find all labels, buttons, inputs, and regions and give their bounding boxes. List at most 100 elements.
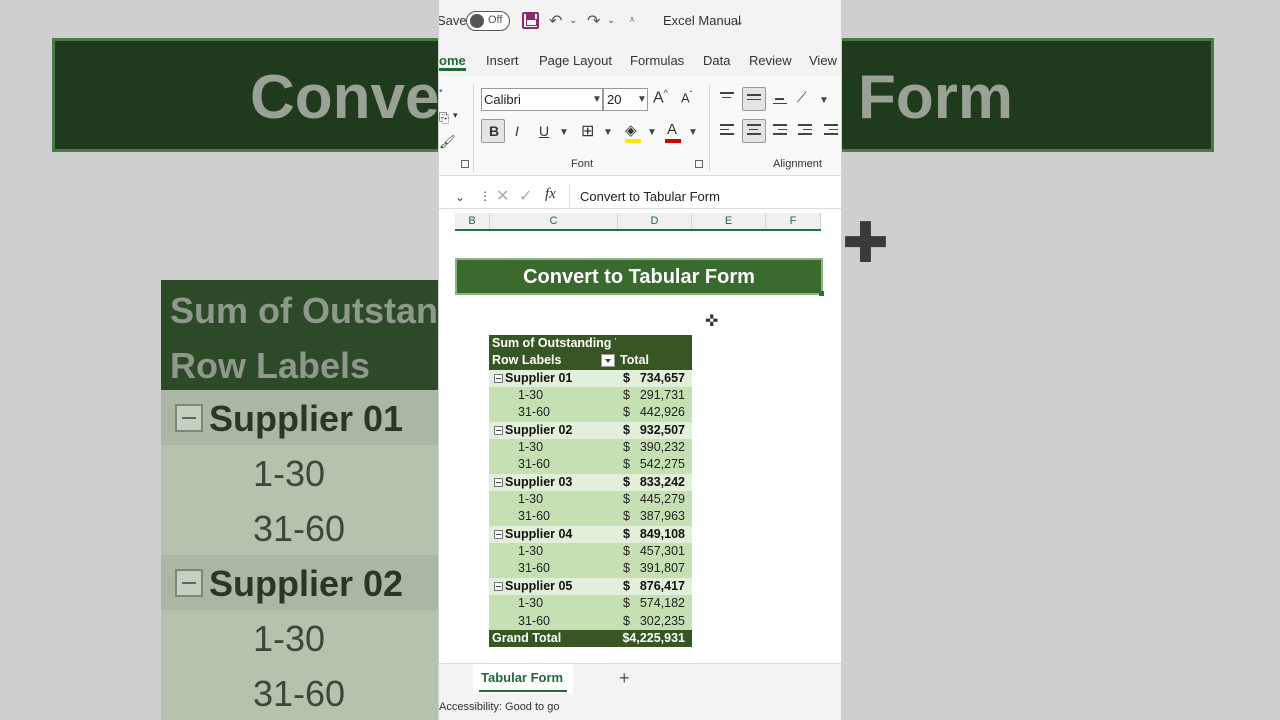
undo-icon[interactable]: ↶ [549,11,562,31]
add-sheet-icon[interactable]: + [619,668,630,689]
pivot-detail-row[interactable]: 31-60 $391,807 [489,560,692,578]
font-size-dropdown-icon[interactable]: ▼ [637,94,647,105]
collapse-minus-icon[interactable] [494,581,503,591]
sheet-tab-bar: Tabular Form + [439,663,841,695]
bg-row-label: 1-30 [253,618,326,659]
copy-dropdown-icon[interactable]: ▾ [453,110,458,121]
underline-button[interactable]: U [539,123,549,139]
pivot-row-labels-row[interactable]: Row Labels Total [489,352,692,370]
pivot-detail-row[interactable]: 1-30 $457,301 [489,543,692,561]
bg-title-right: Form [858,63,1013,132]
save-icon[interactable] [522,12,539,29]
font-color-dropdown-icon[interactable]: ▼ [688,127,698,138]
pivot-detail-row[interactable]: 31-60 $302,235 [489,612,692,630]
borders-dropdown-icon[interactable]: ▼ [603,127,613,138]
align-right-icon[interactable] [773,124,787,138]
bg-header-line2: Row Labels [170,345,371,386]
tab-page-layout[interactable]: Page Layout [539,53,612,68]
column-header-e[interactable]: E [692,213,766,229]
font-color-swatch [665,139,681,143]
cancel-icon[interactable]: ✕ [496,186,509,206]
quick-access-toolbar: Save Off ↶ ⌄ ↷ ⌄ ⩡ Excel Manual ⌄ [439,0,841,42]
paste-icon[interactable]: • [439,86,443,97]
formula-bar-more-icon[interactable]: ⋮ [479,189,491,203]
ribbon-tabs: ome Insert Page Layout Formulas Data Rev… [439,42,841,76]
formula-input[interactable]: Convert to Tabular Form [569,184,841,208]
italic-button[interactable]: I [515,123,519,139]
accessibility-status[interactable]: Accessibility: Good to go [439,701,559,713]
tab-view[interactable]: View [809,53,837,68]
pivot-header-row[interactable]: Sum of Outstanding Va [489,335,692,353]
bg-row: 1-30 [161,445,461,500]
pivot-value-field-label: Sum of Outstanding Va [492,336,616,350]
currency-symbol: $ [623,561,630,576]
increase-indent-icon[interactable] [824,124,838,138]
clipboard-launcher-icon[interactable] [461,160,469,168]
pivot-detail-row[interactable]: 1-30 $291,731 [489,387,692,405]
pivot-supplier-row[interactable]: Supplier 05 $876,417 [489,577,692,596]
column-header-b[interactable]: B [455,213,490,229]
orientation-dropdown-icon[interactable]: ▼ [819,95,829,106]
pivot-supplier-row[interactable]: Supplier 04 $849,108 [489,525,692,544]
pivot-detail-row[interactable]: 31-60 $542,275 [489,456,692,474]
pivot-row-label: 31-60 [518,613,550,628]
font-name-dropdown-icon[interactable]: ▼ [592,94,602,105]
collapse-minus-icon[interactable] [494,425,503,435]
top-align-icon[interactable] [720,92,734,101]
redo-dropdown-icon[interactable]: ⌄ [607,15,615,26]
worksheet-grid[interactable]: Convert to Tabular Form ✜ Sum of Outstan… [439,231,841,663]
insert-function-icon[interactable]: fx [545,186,556,203]
bg-row: 31-60 [161,665,461,720]
fill-color-icon[interactable]: ◈ [625,121,637,139]
pivot-supplier-row[interactable]: Supplier 02 $932,507 [489,421,692,440]
name-box-dropdown-icon[interactable]: ⌄ [455,190,465,204]
customize-qat-icon[interactable]: ⩡ [629,14,635,27]
autosave-toggle[interactable]: Off [466,11,510,31]
redo-icon[interactable]: ↷ [587,11,600,31]
pivot-detail-row[interactable]: 1-30 $574,182 [489,595,692,613]
format-painter-icon[interactable]: 🖌 [439,134,456,150]
row-labels-filter-icon[interactable] [601,354,615,368]
font-color-icon[interactable]: A [667,121,677,138]
column-header-d[interactable]: D [618,213,692,229]
pivot-row-label: 31-60 [518,405,550,420]
align-left-icon[interactable] [720,124,734,138]
font-name-box[interactable]: Calibri [481,88,603,111]
title-chevron-down-icon[interactable]: ⌄ [735,15,744,28]
currency-symbol: $ [623,457,630,472]
tab-insert[interactable]: Insert [486,53,519,68]
underline-dropdown-icon[interactable]: ▼ [559,127,569,138]
pivot-detail-row[interactable]: 1-30 $445,279 [489,491,692,509]
pivot-row-labels: Row Labels [492,353,562,368]
font-launcher-icon[interactable] [695,160,703,168]
fill-color-dropdown-icon[interactable]: ▼ [647,127,657,138]
collapse-minus-icon[interactable] [494,373,503,383]
workbook-title[interactable]: Excel Manual [663,13,741,28]
sheet-title-cell[interactable]: Convert to Tabular Form [455,258,823,295]
decrease-indent-icon[interactable] [798,124,812,138]
decrease-font-icon[interactable]: Aˇ [681,90,692,105]
copy-icon[interactable]: ⎘ [439,110,449,126]
orientation-icon[interactable]: ⟋ [797,89,807,106]
column-header-f[interactable]: F [766,213,821,229]
pivot-supplier-row[interactable]: Supplier 01 $734,657 [489,369,692,388]
column-header-c[interactable]: C [490,213,618,229]
increase-font-icon[interactable]: A^ [653,88,668,107]
collapse-minus-icon[interactable] [494,477,503,487]
pivot-grand-total-row[interactable]: Grand Total $4,225,931 [489,629,692,648]
tab-data[interactable]: Data [703,53,730,68]
pivot-table[interactable]: Sum of Outstanding Va Row Labels Total S… [489,335,692,648]
tab-formulas[interactable]: Formulas [630,53,684,68]
tab-review[interactable]: Review [749,53,792,68]
pivot-supplier-row[interactable]: Supplier 03 $833,242 [489,473,692,492]
enter-icon[interactable]: ✓ [519,186,532,206]
pivot-detail-row[interactable]: 31-60 $442,926 [489,404,692,422]
undo-dropdown-icon[interactable]: ⌄ [569,15,577,26]
bottom-align-icon[interactable] [773,98,787,107]
borders-icon[interactable]: ⊞ [581,121,594,141]
tab-home[interactable]: ome [439,53,466,68]
collapse-minus-icon[interactable] [494,529,503,539]
pivot-detail-row[interactable]: 1-30 $390,232 [489,439,692,457]
pivot-detail-row[interactable]: 31-60 $387,963 [489,508,692,526]
selection-fill-handle[interactable] [819,291,824,296]
